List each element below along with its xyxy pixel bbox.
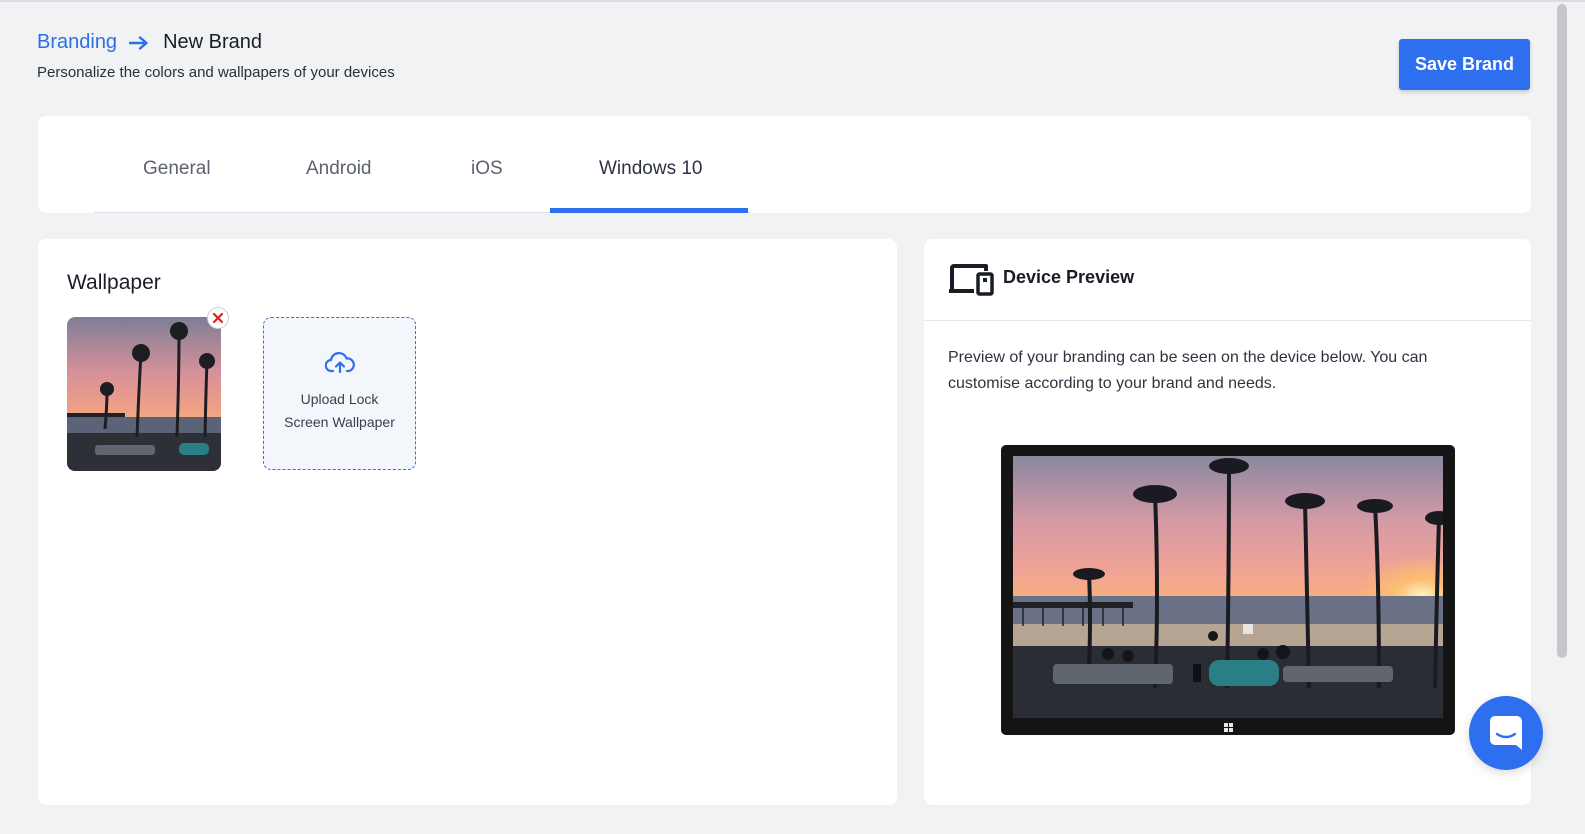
- top-border: [0, 0, 1585, 2]
- breadcrumb-current: New Brand: [163, 31, 262, 53]
- tab-general[interactable]: General: [143, 158, 211, 180]
- arrow-right-icon: [129, 35, 148, 50]
- platform-tabs: General Android iOS Windows 10: [38, 116, 1531, 213]
- active-tab-indicator: [550, 208, 748, 213]
- tab-windows-10[interactable]: Windows 10: [599, 158, 703, 180]
- device-preview-card: Device Preview Preview of your branding …: [924, 239, 1531, 805]
- save-brand-button[interactable]: Save Brand: [1399, 39, 1530, 90]
- upload-label: Upload Lock Screen Wallpaper: [264, 388, 415, 434]
- tab-ios[interactable]: iOS: [471, 158, 503, 180]
- wallpaper-card: Wallpaper Upload Lock Screen Wallpaper: [38, 239, 897, 805]
- chat-icon: [1490, 716, 1522, 750]
- beach-sunset-image: [67, 317, 221, 471]
- page-subtitle: Personalize the colors and wallpapers of…: [37, 64, 395, 81]
- windows-device-frame: [1001, 445, 1455, 735]
- chat-launcher-button[interactable]: [1469, 696, 1543, 770]
- page-scrollbar[interactable]: [1557, 4, 1567, 658]
- device-preview-title: Device Preview: [1003, 267, 1135, 287]
- windows-logo-icon: [1224, 723, 1233, 732]
- breadcrumb-branding-link[interactable]: Branding: [37, 31, 117, 54]
- wallpaper-title: Wallpaper: [67, 271, 161, 294]
- beach-sunset-wallpaper-preview: [1013, 456, 1443, 718]
- breadcrumb: Branding New Brand: [37, 31, 262, 54]
- remove-icon: [212, 312, 224, 324]
- device-screen: [1013, 456, 1443, 718]
- device-preview-description: Preview of your branding can be seen on …: [948, 349, 1428, 392]
- wallpaper-thumbnail[interactable]: [67, 317, 221, 471]
- tab-android[interactable]: Android: [306, 158, 372, 180]
- upload-label-line-2: Screen Wallpaper: [284, 414, 395, 430]
- remove-wallpaper-button[interactable]: [207, 307, 229, 329]
- upload-lock-screen-wallpaper-button[interactable]: Upload Lock Screen Wallpaper: [263, 317, 416, 470]
- upload-label-line-1: Upload Lock: [300, 391, 379, 407]
- devices-icon: [949, 264, 994, 296]
- cloud-upload-icon: [325, 352, 355, 374]
- device-preview-header: Device Preview: [924, 239, 1531, 321]
